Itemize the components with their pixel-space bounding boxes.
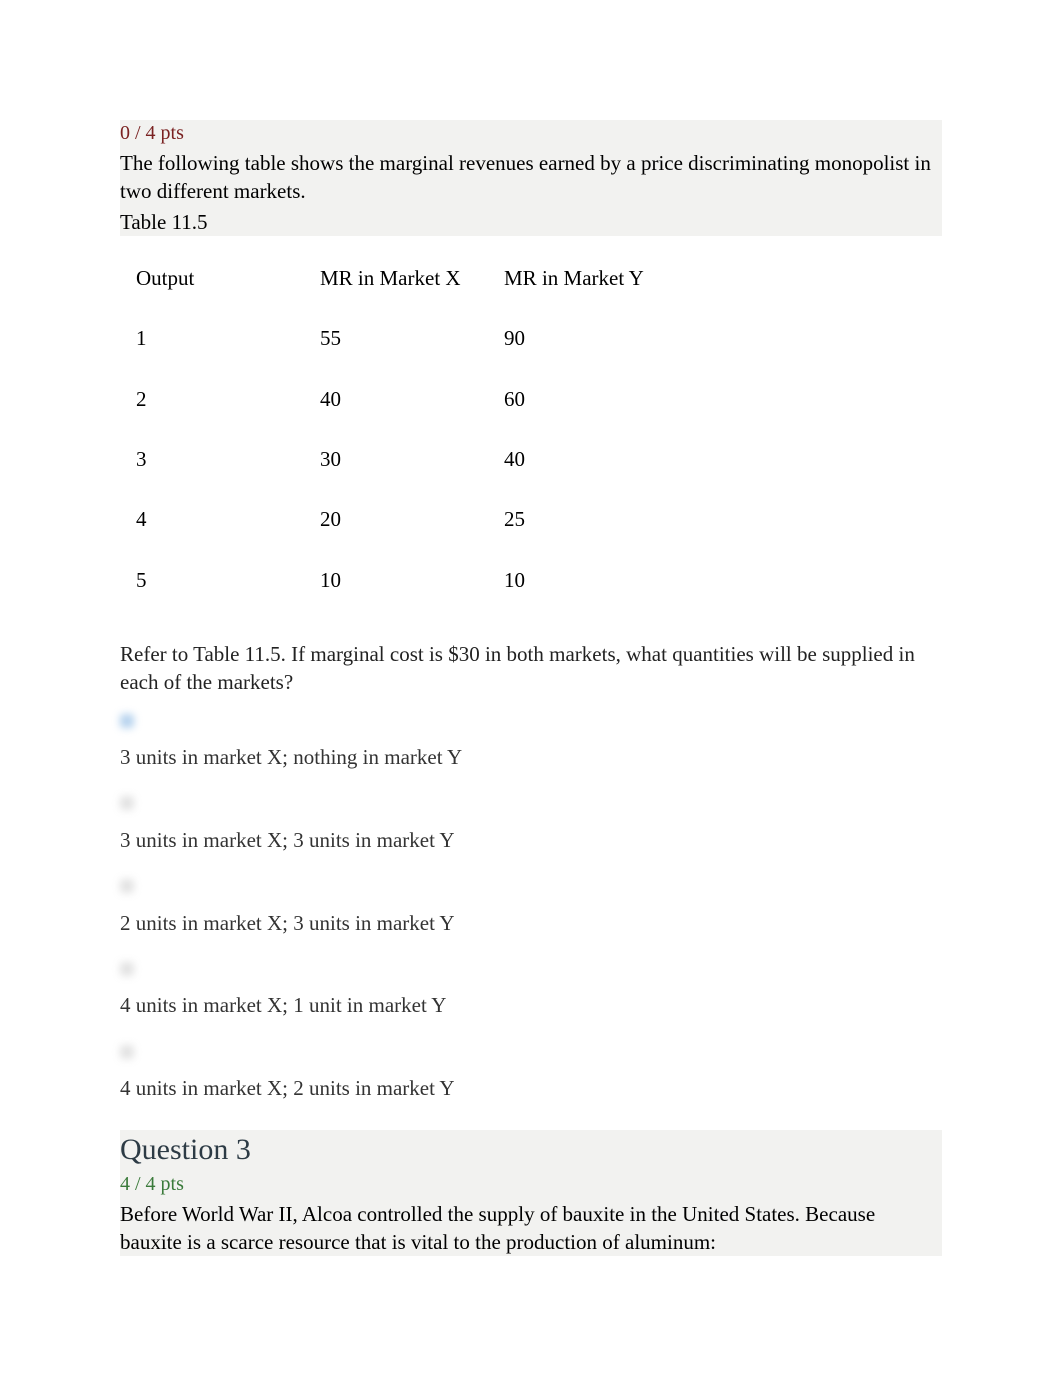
col-output-header: Output (124, 250, 304, 306)
option-text: 4 units in market X; 1 unit in market Y (120, 991, 942, 1019)
table-caption: Table 11.5 (120, 208, 942, 236)
radio-icon (120, 1045, 134, 1059)
radio-icon (120, 796, 134, 810)
question-3-heading: Question 3 (120, 1130, 942, 1171)
option-text: 4 units in market X; 2 units in market Y (120, 1074, 942, 1102)
cell-mr-x: 40 (308, 371, 488, 427)
option-radio[interactable] (120, 955, 942, 983)
option-radio[interactable] (120, 872, 942, 900)
radio-icon (120, 714, 134, 728)
mr-table: Output MR in Market X MR in Market Y 1 5… (120, 246, 676, 612)
cell-output: 2 (124, 371, 304, 427)
table-row: 1 55 90 (124, 310, 672, 366)
question-3-score: 4 / 4 pts (120, 1171, 942, 1198)
table-header-row: Output MR in Market X MR in Market Y (124, 250, 672, 306)
cell-mr-y: 25 (492, 491, 672, 547)
cell-mr-y: 10 (492, 552, 672, 608)
cell-output: 5 (124, 552, 304, 608)
option-radio[interactable] (120, 789, 942, 817)
cell-output: 4 (124, 491, 304, 547)
option-text: 3 units in market X; 3 units in market Y (120, 826, 942, 854)
cell-mr-x: 55 (308, 310, 488, 366)
cell-mr-y: 90 (492, 310, 672, 366)
question-2-header: 0 / 4 pts The following table shows the … (120, 120, 942, 236)
option-radio[interactable] (120, 1038, 942, 1066)
table-row: 5 10 10 (124, 552, 672, 608)
radio-icon (120, 879, 134, 893)
question-3-header: Question 3 4 / 4 pts Before World War II… (120, 1130, 942, 1256)
option-radio[interactable] (120, 707, 942, 735)
question-2-score: 0 / 4 pts (120, 120, 942, 147)
option-text: 2 units in market X; 3 units in market Y (120, 909, 942, 937)
cell-mr-y: 40 (492, 431, 672, 487)
table-row: 4 20 25 (124, 491, 672, 547)
col-mr-x-header: MR in Market X (308, 250, 488, 306)
question-2: 0 / 4 pts The following table shows the … (120, 120, 942, 1102)
table-row: 3 30 40 (124, 431, 672, 487)
cell-mr-x: 20 (308, 491, 488, 547)
question-2-followup: Refer to Table 11.5. If marginal cost is… (120, 640, 942, 697)
cell-output: 1 (124, 310, 304, 366)
col-mr-y-header-post: in Market Y (537, 266, 644, 290)
col-mr-y-header: MR in Market Y (492, 250, 672, 306)
table-row: 2 40 60 (124, 371, 672, 427)
col-mr-y-header-pre: MR (504, 266, 537, 290)
radio-icon (120, 962, 134, 976)
question-3: Question 3 4 / 4 pts Before World War II… (120, 1130, 942, 1256)
cell-mr-x: 30 (308, 431, 488, 487)
cell-mr-y: 60 (492, 371, 672, 427)
cell-mr-x: 10 (308, 552, 488, 608)
cell-output: 3 (124, 431, 304, 487)
question-3-prompt: Before World War II, Alcoa controlled th… (120, 1200, 942, 1257)
option-text: 3 units in market X; nothing in market Y (120, 743, 942, 771)
question-2-prompt: The following table shows the marginal r… (120, 149, 942, 206)
